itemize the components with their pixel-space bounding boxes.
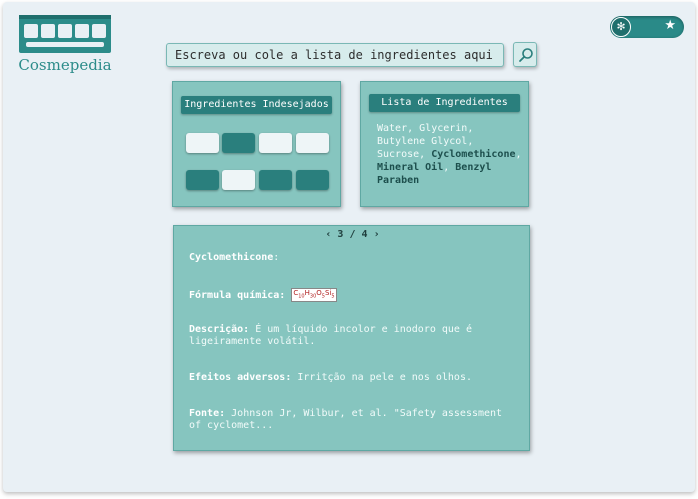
ingredient-separator: , [419, 149, 432, 160]
prev-page-button[interactable]: ‹ [325, 229, 331, 240]
ingredient-item[interactable]: Water [377, 123, 407, 134]
ingredient-item[interactable]: Sucrose [377, 149, 419, 160]
unwanted-slot[interactable] [222, 133, 255, 153]
formula-row: Fórmula química: C10H30O5Si5 [189, 288, 509, 303]
source-row: Fonte: Johnson Jr, Wilbur, et al. "Safet… [189, 408, 509, 432]
ingredient-item[interactable]: Mineral Oil [377, 162, 443, 173]
unwanted-slot[interactable] [296, 133, 329, 153]
ingredient-item[interactable]: Cyclomethicone [431, 149, 515, 160]
ingredient-separator: , [407, 123, 420, 134]
unwanted-slot[interactable] [259, 170, 292, 190]
ingredient-name: Cyclomethicone [189, 252, 274, 263]
total-pages: 4 [361, 229, 368, 240]
ingredient-item[interactable]: Butylene Glycol [377, 136, 467, 147]
unwanted-slot[interactable] [186, 133, 219, 153]
ingredient-separator: , [515, 149, 522, 160]
source-label: Fonte: [189, 408, 226, 419]
unwanted-slot[interactable] [259, 133, 292, 153]
ingredients-search-input[interactable] [166, 43, 504, 67]
ingredient-separator: , [467, 123, 474, 134]
unwanted-slot[interactable] [296, 170, 329, 190]
adverse-effects-label: Efeitos adversos: [189, 372, 292, 383]
ingredient-name-row: Cyclomethicone: [189, 252, 509, 264]
search-button[interactable] [513, 42, 537, 67]
chemical-formula: C10H30O5Si5 [291, 288, 337, 303]
logo[interactable]: Cosmepedia [17, 13, 113, 77]
makeup-palette-icon [19, 15, 111, 53]
ingredient-item[interactable]: Glycerin [419, 123, 467, 134]
search-icon [519, 48, 533, 62]
next-page-button[interactable]: › [374, 229, 380, 240]
theme-toggle[interactable]: ✻ ★ [610, 16, 684, 38]
current-page: 3 [337, 229, 344, 240]
adverse-effects-row: Efeitos adversos: Irritção na pele e nos… [189, 372, 509, 384]
unwanted-slot[interactable] [186, 170, 219, 190]
unwanted-panel-title: Ingredientes Indesejados [181, 96, 332, 114]
star-icon: ★ [664, 18, 676, 33]
ingredient-list-panel: Lista de Ingredientes Water, Glycerin, B… [360, 81, 529, 207]
description-label: Descrição: [189, 324, 250, 335]
flower-icon: ✻ [611, 17, 631, 37]
ingredient-list: Water, Glycerin, Butylene Glycol, Sucros… [377, 122, 522, 187]
app-window: Cosmepedia ✻ ★ Ingredientes Indesejados … [3, 2, 695, 492]
ingredient-list-title: Lista de Ingredientes [369, 94, 520, 112]
ingredient-separator: , [443, 162, 456, 173]
unwanted-slot[interactable] [222, 170, 255, 190]
unwanted-ingredients-panel: Ingredientes Indesejados [172, 81, 341, 207]
ingredient-detail-panel: ‹ 3 / 4 › Cyclomethicone: Fórmula químic… [173, 225, 530, 451]
source-text: Johnson Jr, Wilbur, et al. "Safety asses… [189, 408, 503, 431]
page-separator: / [349, 229, 356, 240]
ingredient-name-colon: : [273, 252, 280, 263]
logo-text: Cosmepedia [18, 56, 112, 74]
description-row: Descrição: É um líquido incolor e inodor… [189, 324, 509, 348]
pager: ‹ 3 / 4 › [174, 229, 531, 240]
adverse-effects-text: Irritção na pele e nos olhos. [297, 372, 472, 383]
ingredient-separator: , [467, 136, 474, 147]
formula-label: Fórmula química: [189, 290, 286, 302]
